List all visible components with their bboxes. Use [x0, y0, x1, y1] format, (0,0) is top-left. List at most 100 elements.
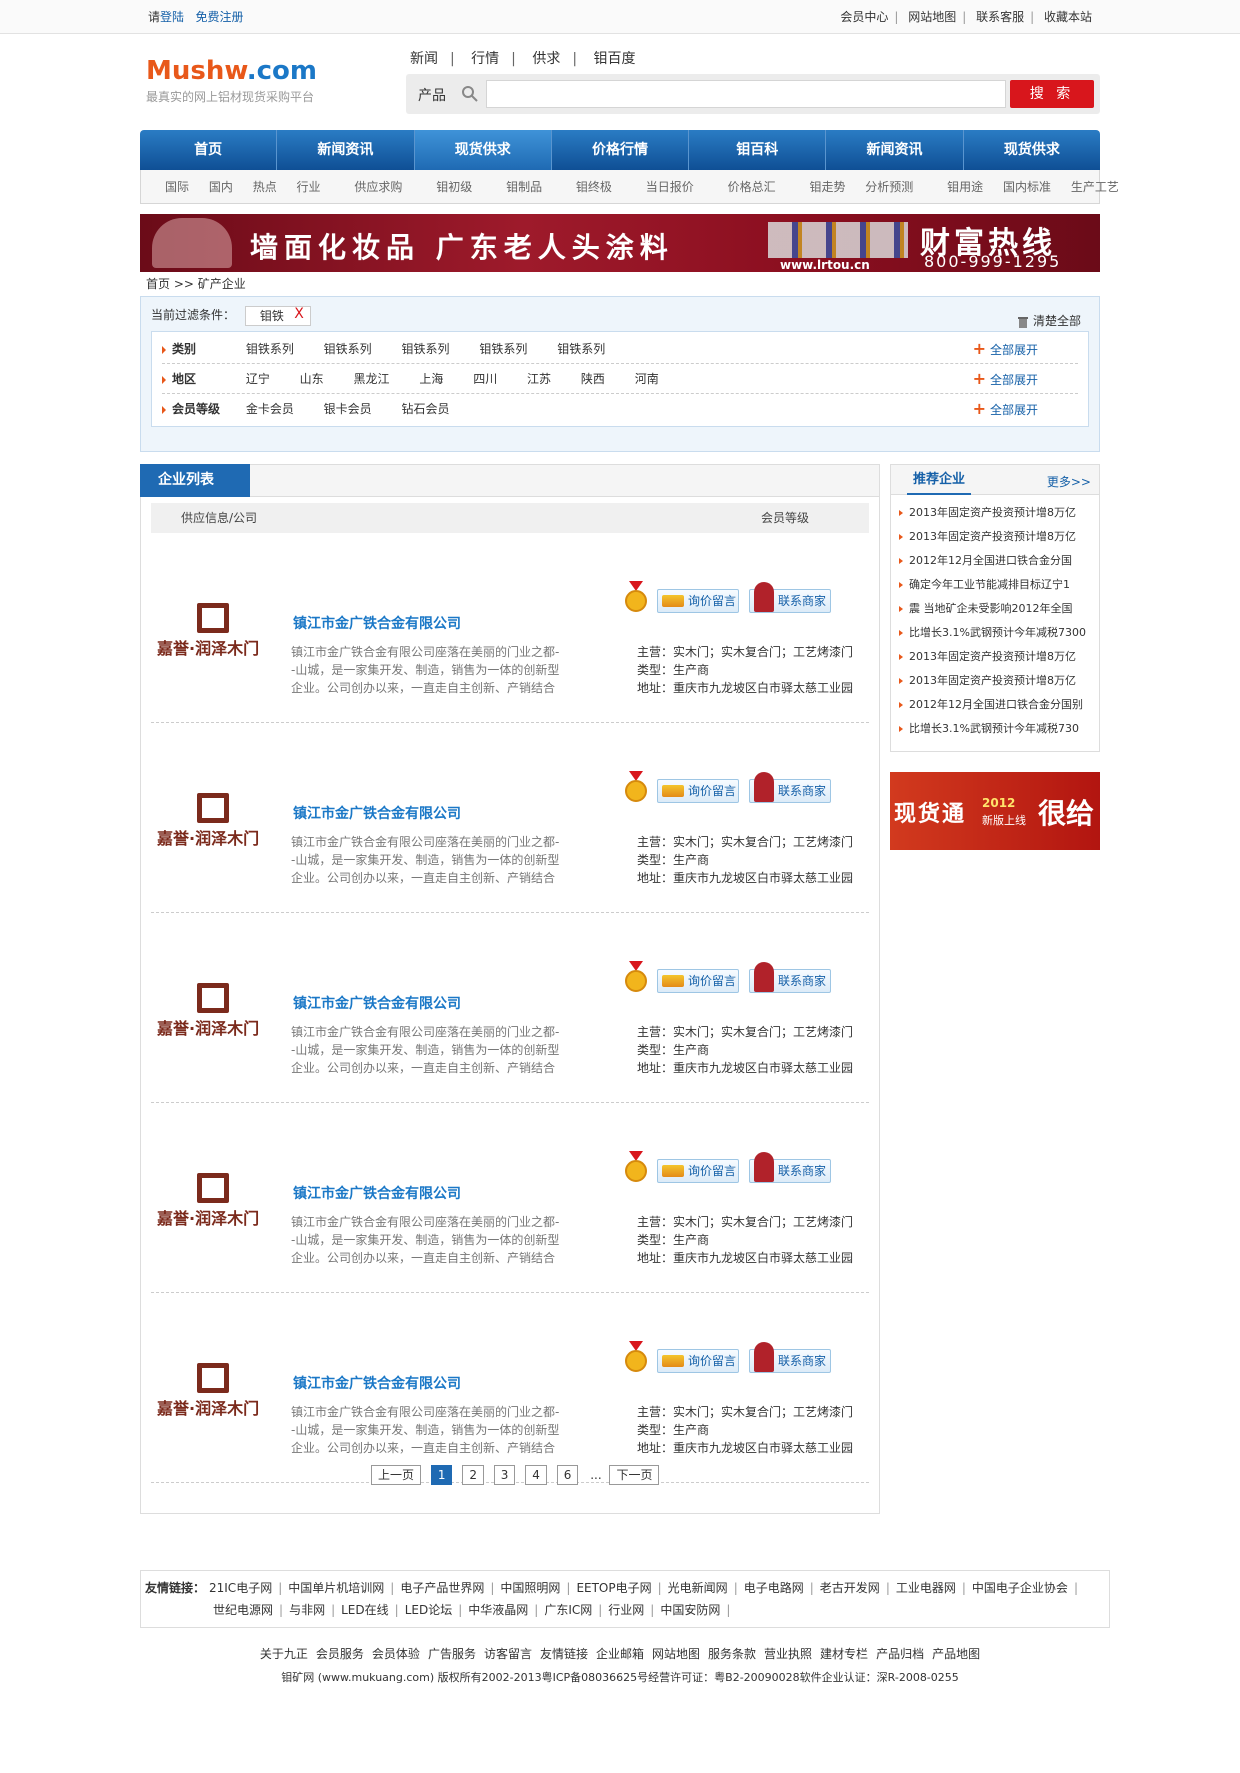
- page-button[interactable]: 6: [556, 1465, 579, 1485]
- footer-link[interactable]: 网站地图: [652, 1647, 700, 1661]
- inquiry-button[interactable]: 询价留言: [657, 1349, 739, 1373]
- company-logo[interactable]: 嘉誉·润泽木门: [157, 793, 269, 848]
- friend-link[interactable]: 21IC电子网: [209, 1581, 272, 1595]
- more-link[interactable]: 更多>>: [1047, 473, 1091, 490]
- recommend-item[interactable]: 2013年固定资产投资预计增8万亿: [897, 501, 1099, 525]
- header-nav-supply[interactable]: 供求: [532, 51, 560, 67]
- contact-button[interactable]: 联系商家: [749, 962, 831, 993]
- filter-option[interactable]: 钼铁系列: [557, 334, 605, 364]
- friend-link[interactable]: 广东IC网: [544, 1603, 592, 1617]
- filter-option[interactable]: 钼铁系列: [324, 334, 372, 364]
- recommend-item[interactable]: 2013年固定资产投资预计增8万亿: [897, 525, 1099, 549]
- friend-link[interactable]: 老古开发网: [820, 1581, 880, 1595]
- recommend-item[interactable]: 震 当地矿企未受影响2012年全国: [897, 597, 1099, 621]
- subnav-item[interactable]: 价格总汇: [728, 180, 776, 194]
- subnav-item[interactable]: 钼制品: [506, 180, 542, 194]
- footer-link[interactable]: 服务条款: [708, 1647, 756, 1661]
- company-name-link[interactable]: 镇江市金广铁合金有限公司: [293, 803, 461, 823]
- subnav-item[interactable]: 国内标准: [1003, 180, 1051, 194]
- header-nav-news[interactable]: 新闻: [410, 51, 438, 67]
- filter-option[interactable]: 黑龙江: [354, 364, 390, 394]
- ad-banner[interactable]: 墙面化妆品 广东老人头涂料 www.lrtou.cn 财富热线 800-999-…: [140, 214, 1100, 272]
- friend-link[interactable]: 工业电器网: [896, 1581, 956, 1595]
- friend-link[interactable]: LED论坛: [405, 1603, 453, 1617]
- subnav-item[interactable]: 钼用途: [947, 180, 983, 194]
- nav-spot-supply-2[interactable]: 现货供求: [964, 130, 1100, 170]
- subnav-item[interactable]: 钼终极: [576, 180, 612, 194]
- friend-link[interactable]: 中国电子企业协会: [972, 1581, 1068, 1595]
- tab-company-list[interactable]: 企业列表: [140, 464, 250, 497]
- friend-link[interactable]: 行业网: [608, 1603, 644, 1617]
- filter-option[interactable]: 河南: [635, 364, 659, 394]
- footer-link[interactable]: 关于九正: [260, 1647, 308, 1661]
- filter-option[interactable]: 金卡会员: [246, 394, 294, 424]
- friend-link[interactable]: 电子电路网: [744, 1581, 804, 1595]
- page-button[interactable]: 4: [525, 1465, 547, 1485]
- filter-option[interactable]: 钼铁系列: [402, 334, 450, 364]
- recommend-item[interactable]: 比增长3.1%武钢预计今年减税730: [897, 717, 1099, 741]
- filter-option[interactable]: 钼铁系列: [246, 334, 294, 364]
- subnav-item[interactable]: 国内: [209, 180, 233, 194]
- expand-all-button[interactable]: + 全部展开: [973, 394, 1038, 425]
- footer-link[interactable]: 产品地图: [932, 1647, 980, 1661]
- close-icon[interactable]: X: [294, 305, 304, 323]
- subnav-item[interactable]: 热点: [253, 180, 277, 194]
- recommend-item[interactable]: 2013年固定资产投资预计增8万亿: [897, 669, 1099, 693]
- nav-home[interactable]: 首页: [140, 130, 278, 170]
- subnav-item[interactable]: 行业: [297, 180, 321, 194]
- customer-service-link[interactable]: 联系客服: [976, 10, 1024, 24]
- filter-option[interactable]: 山东: [300, 364, 324, 394]
- search-button[interactable]: 搜 索: [1010, 80, 1094, 108]
- search-category[interactable]: 产品: [418, 85, 446, 105]
- nav-price[interactable]: 价格行情: [552, 130, 690, 170]
- company-logo[interactable]: 嘉誉·润泽木门: [157, 1173, 269, 1228]
- prev-page-button[interactable]: 上一页: [371, 1465, 422, 1485]
- friend-link[interactable]: 世纪电源网: [213, 1603, 273, 1617]
- page-button[interactable]: 2: [462, 1465, 484, 1485]
- inquiry-button[interactable]: 询价留言: [657, 1159, 739, 1183]
- login-link[interactable]: 登陆: [160, 10, 184, 24]
- nav-news-2[interactable]: 新闻资讯: [826, 130, 964, 170]
- subnav-item[interactable]: 国际: [165, 180, 189, 194]
- page-button[interactable]: 3: [493, 1465, 516, 1485]
- company-logo[interactable]: 嘉誉·润泽木门: [157, 1363, 269, 1418]
- nav-spot-supply[interactable]: 现货供求: [414, 130, 552, 170]
- recommend-item[interactable]: 2013年固定资产投资预计增8万亿: [897, 645, 1099, 669]
- footer-link[interactable]: 广告服务: [428, 1647, 476, 1661]
- breadcrumb-home[interactable]: 首页: [146, 277, 170, 291]
- filter-option[interactable]: 钻石会员: [402, 394, 450, 424]
- friend-link[interactable]: 中国照明网: [500, 1581, 560, 1595]
- friend-link[interactable]: 中国安防网: [660, 1603, 720, 1617]
- filter-tag[interactable]: 钼铁 X: [244, 305, 311, 326]
- recommend-item[interactable]: 2012年12月全国进口铁合金分国别: [897, 693, 1099, 717]
- company-name-link[interactable]: 镇江市金广铁合金有限公司: [293, 1373, 461, 1393]
- bookmark-link[interactable]: 收藏本站: [1044, 10, 1092, 24]
- contact-button[interactable]: 联系商家: [749, 772, 831, 803]
- footer-link[interactable]: 友情链接: [540, 1647, 588, 1661]
- header-nav-baidu[interactable]: 钼百度: [594, 51, 636, 67]
- subnav-item[interactable]: 当日报价: [646, 180, 694, 194]
- company-name-link[interactable]: 镇江市金广铁合金有限公司: [293, 993, 461, 1013]
- inquiry-button[interactable]: 询价留言: [657, 779, 739, 803]
- filter-option[interactable]: 辽宁: [246, 364, 270, 394]
- subnav-item[interactable]: 生产工艺: [1071, 180, 1119, 194]
- member-center-link[interactable]: 会员中心: [840, 10, 888, 24]
- filter-option[interactable]: 上海: [419, 364, 443, 394]
- sitemap-link[interactable]: 网站地图: [908, 10, 956, 24]
- subnav-item[interactable]: 供应求购: [354, 180, 402, 194]
- footer-link[interactable]: 建材专栏: [820, 1647, 868, 1661]
- nav-wiki[interactable]: 钼百科: [689, 130, 827, 170]
- footer-link[interactable]: 访客留言: [484, 1647, 532, 1661]
- filter-option[interactable]: 钼铁系列: [479, 334, 527, 364]
- recommend-item[interactable]: 确定今年工业节能减排目标辽宁1: [897, 573, 1099, 597]
- contact-button[interactable]: 联系商家: [749, 1152, 831, 1183]
- footer-link[interactable]: 企业邮箱: [596, 1647, 644, 1661]
- company-logo[interactable]: 嘉誉·润泽木门: [157, 983, 269, 1038]
- subnav-item[interactable]: 分析预测: [865, 180, 913, 194]
- friend-link[interactable]: 中华液晶网: [468, 1603, 528, 1617]
- header-nav-market[interactable]: 行情: [471, 51, 499, 67]
- friend-link[interactable]: 中国单片机培训网: [288, 1581, 384, 1595]
- footer-link[interactable]: 会员服务: [316, 1647, 364, 1661]
- footer-link[interactable]: 产品归档: [876, 1647, 924, 1661]
- footer-link[interactable]: 营业执照: [764, 1647, 812, 1661]
